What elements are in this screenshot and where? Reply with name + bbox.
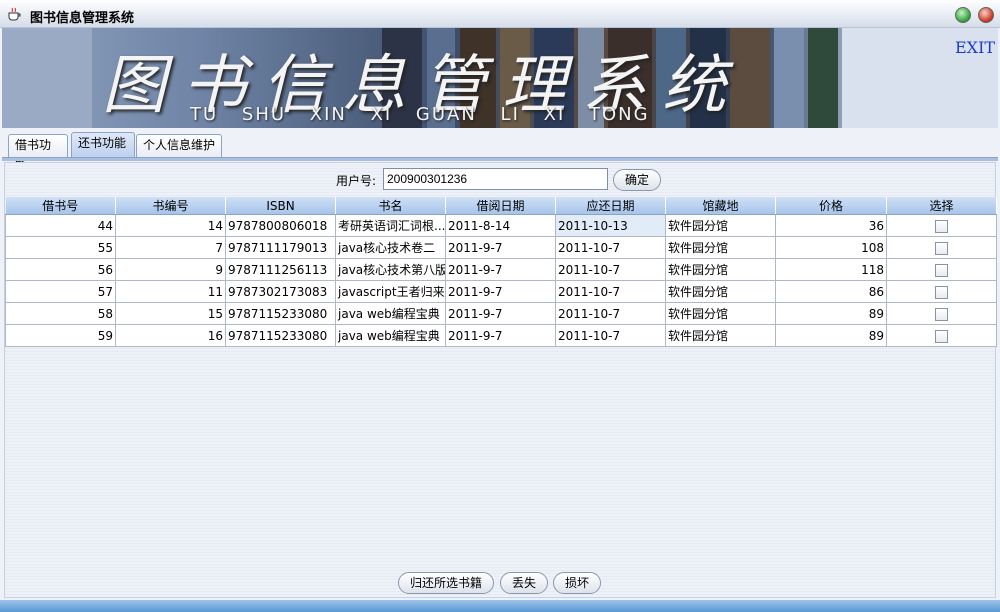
- status-bar: [0, 600, 1000, 612]
- title-cell[interactable]: java核心技术卷二: [335, 236, 446, 259]
- book-no-cell[interactable]: 7: [115, 236, 226, 259]
- table-header: 借书号 书编号 ISBN 书名 借阅日期 应还日期 馆藏地 价格 选择: [5, 197, 997, 215]
- table-row[interactable]: 57 11 9787302173083 javascript王者归来 2011-…: [5, 280, 997, 303]
- borrow-no-cell[interactable]: 56: [5, 258, 116, 281]
- column-header[interactable]: 借书号: [5, 197, 116, 215]
- isbn-cell[interactable]: 9787302173083: [225, 280, 336, 303]
- banner: 图书信息管理系统 TU SHU XIN XI GUAN LI XI TONG E…: [2, 28, 998, 128]
- due-date-cell[interactable]: 2011-10-7: [555, 280, 666, 303]
- price-cell[interactable]: 108: [775, 236, 887, 259]
- select-cell[interactable]: [886, 280, 997, 303]
- borrow-date-cell[interactable]: 2011-9-7: [445, 280, 556, 303]
- isbn-cell[interactable]: 9787111256113: [225, 258, 336, 281]
- select-checkbox[interactable]: [935, 263, 948, 277]
- borrow-no-cell[interactable]: 57: [5, 280, 116, 303]
- due-date-cell[interactable]: 2011-10-7: [555, 324, 666, 347]
- isbn-cell[interactable]: 9787115233080: [225, 324, 336, 347]
- window-title: 图书信息管理系统: [30, 11, 135, 26]
- exit-link[interactable]: EXIT: [955, 38, 995, 57]
- select-cell[interactable]: [886, 258, 997, 281]
- coffee-cup-icon: [8, 7, 21, 21]
- column-header[interactable]: 应还日期: [555, 197, 666, 215]
- lost-button[interactable]: 丢失: [500, 572, 548, 594]
- column-header[interactable]: 馆藏地: [665, 197, 776, 215]
- borrow-no-cell[interactable]: 44: [5, 214, 116, 237]
- title-cell[interactable]: java核心技术第八版: [335, 258, 446, 281]
- return-selected-button[interactable]: 归还所选书籍: [398, 572, 494, 594]
- due-date-cell[interactable]: 2011-10-7: [555, 258, 666, 281]
- column-header[interactable]: 借阅日期: [445, 197, 556, 215]
- minimize-button[interactable]: [955, 7, 971, 23]
- borrow-table: 借书号 书编号 ISBN 书名 借阅日期 应还日期 馆藏地 价格 选择 44 1…: [5, 197, 997, 347]
- damage-button[interactable]: 损坏: [553, 572, 601, 594]
- borrow-date-cell[interactable]: 2011-9-7: [445, 236, 556, 259]
- user-id-label: 用户号:: [336, 174, 377, 188]
- column-header[interactable]: 价格: [775, 197, 887, 215]
- column-header[interactable]: 书编号: [115, 197, 226, 215]
- select-cell[interactable]: [886, 302, 997, 325]
- price-cell[interactable]: 89: [775, 324, 887, 347]
- location-cell[interactable]: 软件园分馆: [665, 280, 776, 303]
- select-cell[interactable]: [886, 236, 997, 259]
- borrow-no-cell[interactable]: 58: [5, 302, 116, 325]
- borrow-no-cell[interactable]: 59: [5, 324, 116, 347]
- column-header[interactable]: 选择: [886, 197, 997, 215]
- table-row[interactable]: 56 9 9787111256113 java核心技术第八版 2011-9-7 …: [5, 258, 997, 281]
- table-row[interactable]: 44 14 9787800806018 考研英语词汇词根... 2011-8-1…: [5, 214, 997, 237]
- book-no-cell[interactable]: 16: [115, 324, 226, 347]
- isbn-cell[interactable]: 9787111179013: [225, 236, 336, 259]
- select-checkbox[interactable]: [935, 329, 948, 343]
- table-row[interactable]: 59 16 9787115233080 java web编程宝典 2011-9-…: [5, 324, 997, 347]
- price-cell[interactable]: 118: [775, 258, 887, 281]
- location-cell[interactable]: 软件园分馆: [665, 258, 776, 281]
- close-button[interactable]: [978, 7, 994, 23]
- borrow-no-cell[interactable]: 55: [5, 236, 116, 259]
- tab-borrow[interactable]: 借书功能: [8, 134, 68, 172]
- table-row[interactable]: 58 15 9787115233080 java web编程宝典 2011-9-…: [5, 302, 997, 325]
- title-cell[interactable]: javascript王者归来: [335, 280, 446, 303]
- confirm-button[interactable]: 确定: [613, 169, 661, 191]
- price-cell[interactable]: 89: [775, 302, 887, 325]
- select-checkbox[interactable]: [935, 241, 948, 255]
- due-date-cell[interactable]: 2011-10-7: [555, 236, 666, 259]
- borrow-date-cell[interactable]: 2011-9-7: [445, 302, 556, 325]
- location-cell[interactable]: 软件园分馆: [665, 236, 776, 259]
- table-row[interactable]: 55 7 9787111179013 java核心技术卷二 2011-9-7 2…: [5, 236, 997, 259]
- book-no-cell[interactable]: 14: [115, 214, 226, 237]
- column-header[interactable]: 书名: [335, 197, 446, 215]
- isbn-cell[interactable]: 9787800806018: [225, 214, 336, 237]
- title-cell[interactable]: 考研英语词汇词根...: [335, 214, 446, 237]
- book-no-cell[interactable]: 11: [115, 280, 226, 303]
- location-cell[interactable]: 软件园分馆: [665, 214, 776, 237]
- banner-pinyin: TU SHU XIN XI GUAN LI XI TONG: [190, 104, 650, 125]
- borrow-date-cell[interactable]: 2011-9-7: [445, 324, 556, 347]
- isbn-cell[interactable]: 9787115233080: [225, 302, 336, 325]
- select-cell[interactable]: [886, 214, 997, 237]
- location-cell[interactable]: 软件园分馆: [665, 302, 776, 325]
- column-header[interactable]: ISBN: [225, 197, 336, 215]
- price-cell[interactable]: 86: [775, 280, 887, 303]
- price-cell[interactable]: 36: [775, 214, 887, 237]
- title-cell[interactable]: java web编程宝典: [335, 302, 446, 325]
- borrow-date-cell[interactable]: 2011-8-14: [445, 214, 556, 237]
- title-cell[interactable]: java web编程宝典: [335, 324, 446, 347]
- select-checkbox[interactable]: [935, 285, 948, 299]
- select-cell[interactable]: [886, 324, 997, 347]
- borrow-date-cell[interactable]: 2011-9-7: [445, 258, 556, 281]
- select-checkbox[interactable]: [935, 219, 948, 233]
- due-date-cell[interactable]: 2011-10-7: [555, 302, 666, 325]
- location-cell[interactable]: 软件园分馆: [665, 324, 776, 347]
- tab-personal-info[interactable]: 个人信息维护: [136, 134, 222, 158]
- tab-divider: [2, 157, 998, 161]
- due-date-cell[interactable]: 2011-10-13: [555, 214, 666, 237]
- tab-return[interactable]: 还书功能: [71, 132, 135, 158]
- book-no-cell[interactable]: 9: [115, 258, 226, 281]
- title-bar: 图书信息管理系统: [0, 0, 1000, 28]
- user-id-input[interactable]: [383, 168, 608, 190]
- book-no-cell[interactable]: 15: [115, 302, 226, 325]
- select-checkbox[interactable]: [935, 307, 948, 321]
